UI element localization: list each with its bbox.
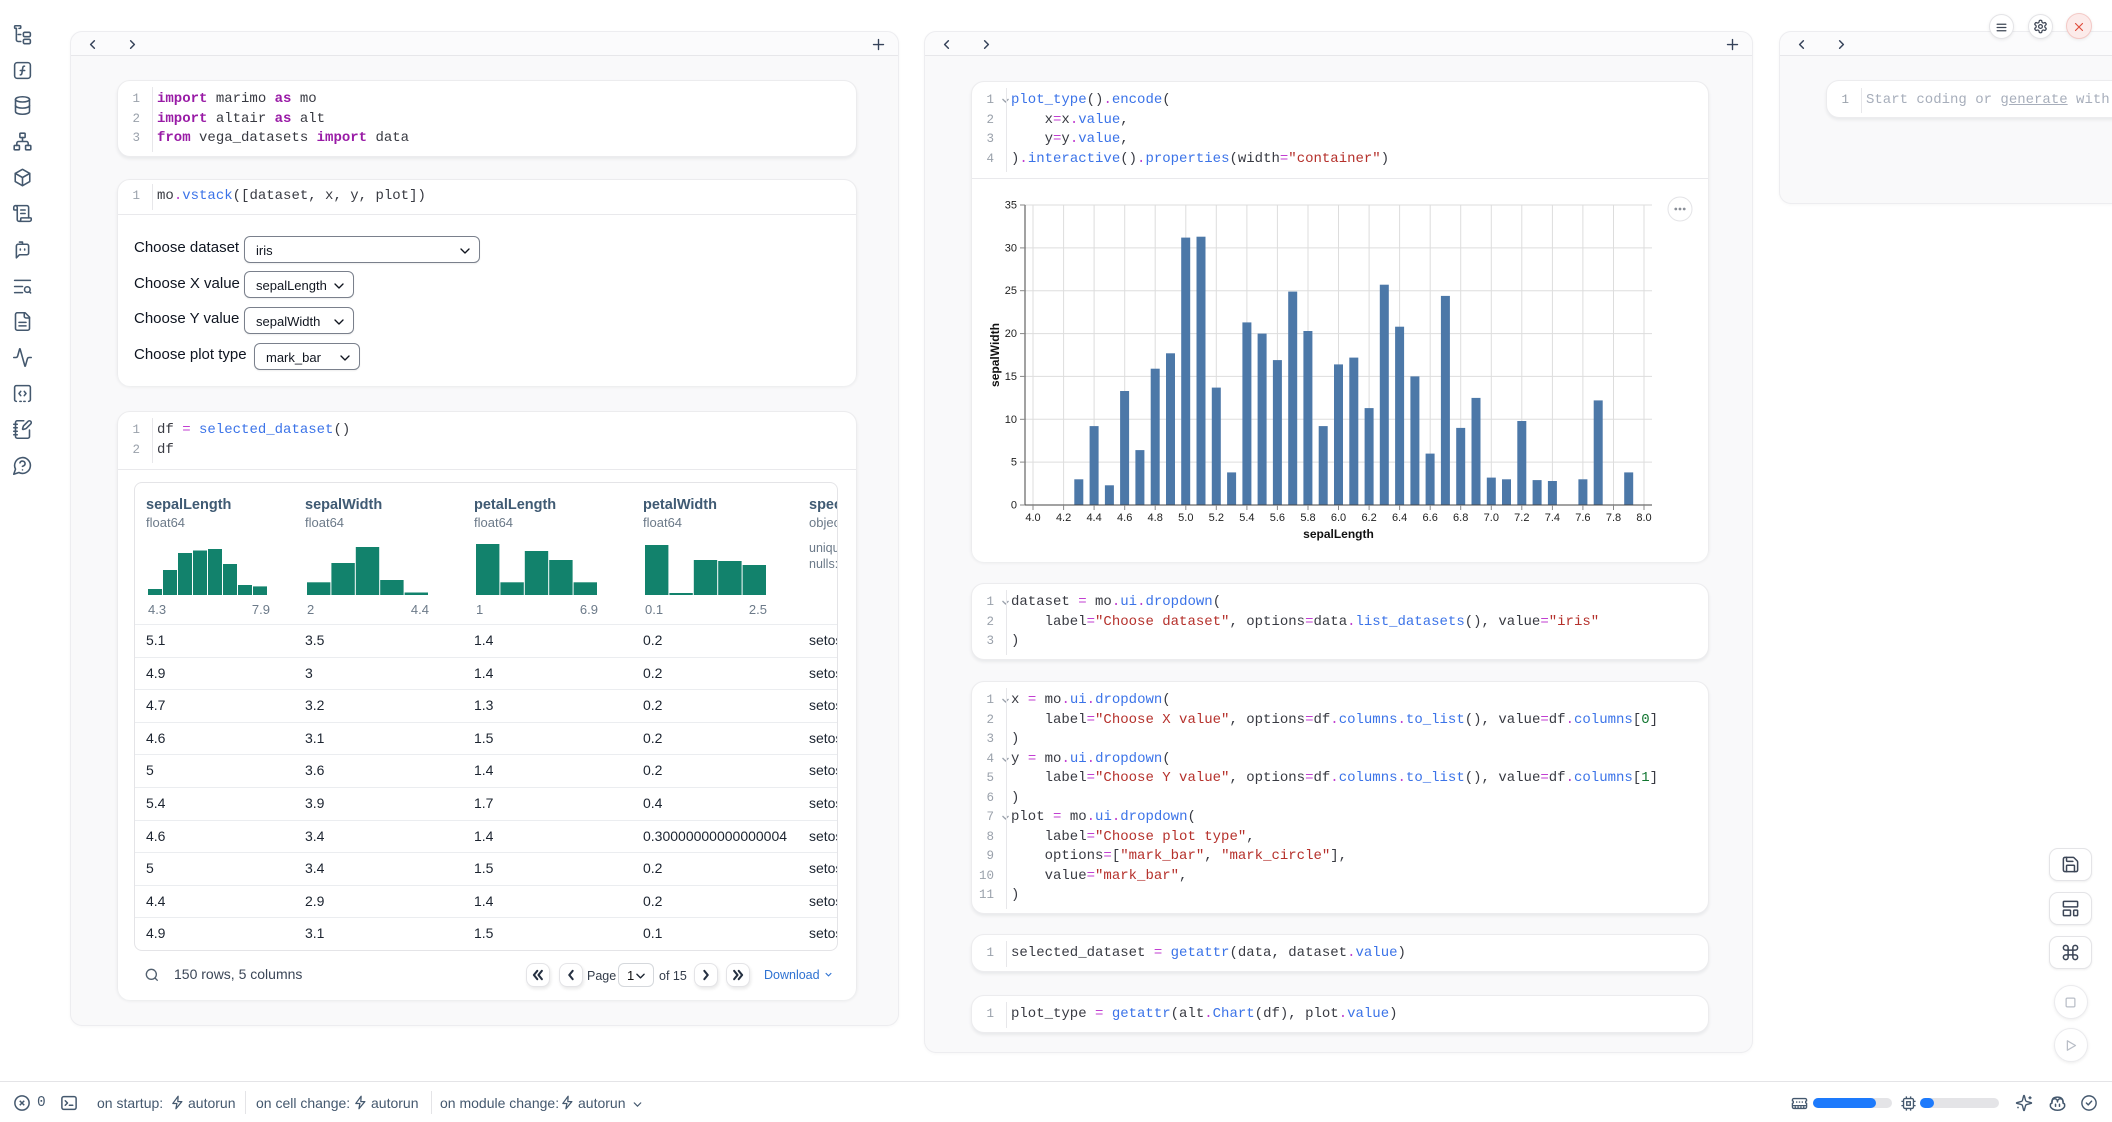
svg-text:5.6: 5.6 [1270, 512, 1285, 524]
svg-text:4.6: 4.6 [1117, 512, 1132, 524]
svg-text:10: 10 [1005, 414, 1017, 426]
svg-text:4.8: 4.8 [1148, 512, 1163, 524]
svg-text:6.8: 6.8 [1453, 512, 1468, 524]
svg-text:30: 30 [1005, 242, 1017, 254]
svg-text:5.2: 5.2 [1209, 512, 1224, 524]
svg-text:5.0: 5.0 [1178, 512, 1193, 524]
svg-text:8.0: 8.0 [1636, 512, 1651, 524]
svg-text:5.8: 5.8 [1300, 512, 1315, 524]
svg-text:35: 35 [1005, 200, 1017, 212]
svg-text:sepalWidth: sepalWidth [988, 323, 1002, 387]
svg-text:25: 25 [1005, 285, 1017, 297]
svg-text:6.6: 6.6 [1423, 512, 1438, 524]
svg-text:7.0: 7.0 [1484, 512, 1499, 524]
svg-text:4.4: 4.4 [1086, 512, 1101, 524]
svg-text:0: 0 [1011, 500, 1017, 512]
svg-text:7.6: 7.6 [1575, 512, 1590, 524]
svg-text:15: 15 [1005, 371, 1017, 383]
svg-text:4.2: 4.2 [1056, 512, 1071, 524]
svg-text:4.0: 4.0 [1025, 512, 1040, 524]
svg-text:6.2: 6.2 [1361, 512, 1376, 524]
svg-text:20: 20 [1005, 328, 1017, 340]
svg-text:7.4: 7.4 [1545, 512, 1560, 524]
svg-text:6.0: 6.0 [1331, 512, 1346, 524]
svg-text:5: 5 [1011, 457, 1017, 469]
svg-text:6.4: 6.4 [1392, 512, 1407, 524]
svg-text:7.8: 7.8 [1606, 512, 1621, 524]
svg-text:5.4: 5.4 [1239, 512, 1254, 524]
svg-text:sepalLength: sepalLength [1303, 527, 1374, 541]
svg-text:7.2: 7.2 [1514, 512, 1529, 524]
